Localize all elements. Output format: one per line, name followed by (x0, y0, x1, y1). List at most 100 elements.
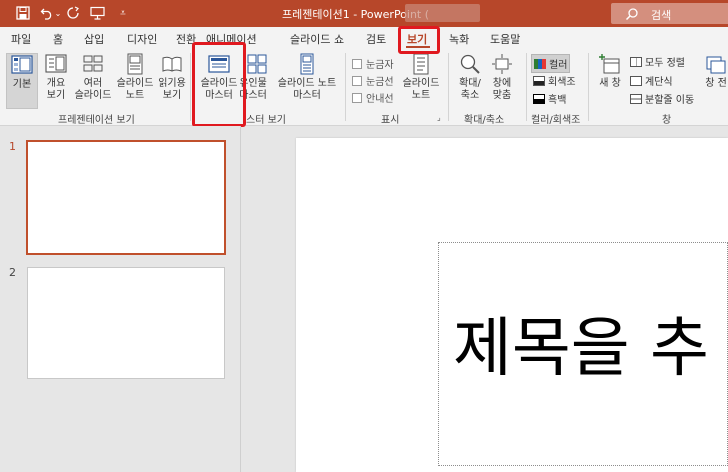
ribbon-separator (190, 53, 191, 121)
color-group-label: 컬러/회색조 (531, 115, 581, 126)
tab-review[interactable]: 검토 (366, 31, 386, 47)
grayscale-button[interactable]: 회색조 (533, 73, 576, 88)
ruler-checkbox[interactable]: 눈금자 (352, 56, 394, 71)
slide-thumbnail[interactable] (26, 140, 226, 255)
tab-view[interactable]: 보기 (407, 31, 427, 47)
guides-label: 안내선 (366, 94, 394, 105)
ribbon-view: 기본 개요 보기 여러 슬라이드 슬라이드 노트 읽기용 보기 프레젠테이션 보… (0, 49, 728, 126)
save-icon[interactable] (14, 4, 32, 22)
reading-view-icon (162, 56, 182, 72)
title-bar: ⌄ ⩡ 프레젠테이션1 - PowerPoint ( 검색 (0, 0, 728, 27)
tab-slide-show[interactable]: 슬라이드 쇼 (290, 31, 344, 47)
tab-insert[interactable]: 삽입 (84, 31, 104, 47)
master-views-group-label: 스터 보기 (246, 115, 286, 126)
cascade-icon (630, 75, 642, 86)
ribbon-separator (448, 53, 449, 121)
outline-view-button[interactable]: 개요 보기 (42, 53, 70, 102)
window-group-label: 창 (662, 115, 672, 126)
color-label: 컬러 (549, 60, 568, 71)
start-from-beginning-icon[interactable] (88, 4, 106, 22)
ruler-label: 눈금자 (366, 60, 394, 71)
zoom-button[interactable]: 확대/ 축소 (454, 53, 486, 102)
arrange-all-label: 모두 정렬 (645, 58, 685, 69)
notes-master-button[interactable]: 슬라이드 노트 마스터 (276, 53, 338, 102)
cascade-button[interactable]: 계단식 (630, 73, 673, 88)
handout-master-label: 유인물 마스터 (240, 78, 267, 101)
slide-master-label: 슬라이드 마스터 (200, 78, 238, 101)
zoom-label: 확대/ 축소 (459, 78, 481, 101)
ribbon-separator (526, 53, 527, 121)
slide-number: 1 (9, 140, 16, 153)
reading-view-label: 읽기용 보기 (158, 78, 186, 101)
checkbox-box (352, 75, 362, 86)
move-split-button[interactable]: 분할줄 이동 (630, 91, 694, 106)
slide-thumbnail[interactable] (27, 267, 225, 379)
blurred-account-name (405, 4, 480, 22)
search-box[interactable]: 검색 (611, 3, 728, 24)
ribbon-separator (345, 53, 346, 121)
notes-button[interactable]: 슬라이드 노트 (400, 53, 442, 102)
title-placeholder[interactable]: 제목을 추 (438, 242, 728, 466)
ribbon-separator (588, 53, 589, 121)
switch-windows-icon (706, 56, 726, 74)
outline-view-label: 개요 보기 (46, 78, 66, 101)
arrange-all-button[interactable]: 모두 정렬 (630, 54, 685, 69)
handout-master-button[interactable]: 유인물 마스터 (240, 53, 274, 102)
switch-windows-label: 창 전 (705, 78, 727, 89)
notes-label: 슬라이드 노트 (402, 78, 440, 101)
cascade-label: 계단식 (645, 77, 673, 88)
checkbox-box (352, 92, 362, 103)
show-dialog-launcher-icon[interactable]: ⌟ (437, 113, 441, 122)
tab-design[interactable]: 디자인 (127, 31, 157, 47)
grayscale-label: 회색조 (548, 77, 576, 88)
handout-master-icon (247, 54, 267, 74)
tab-help[interactable]: 도움말 (490, 31, 520, 47)
customize-toolbar-icon[interactable]: ⩡ (114, 4, 132, 22)
black-and-white-icon (533, 93, 545, 104)
zoom-icon (460, 54, 480, 74)
new-window-label: 새 창 (599, 78, 621, 89)
notes-page-label: 슬라이드 노트 (116, 78, 154, 101)
gridlines-checkbox[interactable]: 눈금선 (352, 73, 394, 88)
tab-home[interactable]: 홈 (53, 31, 63, 47)
notes-icon (413, 53, 429, 75)
tab-record[interactable]: 녹화 (449, 31, 469, 47)
slide-sorter-label: 여러 슬라이드 (74, 78, 112, 101)
move-split-label: 분할줄 이동 (645, 95, 695, 106)
normal-view-button[interactable]: 기본 (6, 53, 38, 109)
undo-dropdown-icon[interactable]: ⌄ (53, 4, 63, 22)
notes-page-button[interactable]: 슬라이드 노트 (114, 53, 156, 102)
fit-to-window-label: 창에 맞춤 (492, 78, 512, 101)
color-icon (534, 58, 546, 69)
redo-icon[interactable] (64, 4, 82, 22)
fit-to-window-icon (492, 54, 512, 74)
search-label: 검색 (651, 9, 672, 22)
slide-sorter-icon (83, 55, 103, 72)
color-button[interactable]: 컬러 (531, 54, 571, 73)
notes-master-label: 슬라이드 노트 마스터 (277, 78, 337, 101)
show-group-label: 표시 (381, 115, 400, 126)
black-and-white-button[interactable]: 흑백 (533, 91, 566, 106)
title-placeholder-text: 제목을 추 (453, 312, 709, 386)
normal-view-icon (11, 55, 33, 74)
black-and-white-label: 흑백 (548, 95, 567, 106)
new-window-button[interactable]: 새 창 (596, 53, 624, 90)
reading-view-button[interactable]: 읽기용 보기 (156, 53, 188, 102)
notes-page-icon (127, 53, 143, 75)
presentation-views-group-label: 프레젠테이션 보기 (58, 115, 135, 126)
switch-windows-button[interactable]: 창 전 (704, 53, 728, 90)
slide-sorter-button[interactable]: 여러 슬라이드 (74, 53, 112, 102)
outline-view-icon (45, 54, 67, 73)
fit-to-window-button[interactable]: 창에 맞춤 (488, 53, 516, 102)
tab-animations[interactable]: 애니메이션 (206, 31, 257, 47)
tab-file[interactable]: 파일 (11, 31, 31, 47)
guides-checkbox[interactable]: 안내선 (352, 90, 394, 105)
slide-master-button[interactable]: 슬라이드 마스터 (198, 53, 240, 102)
slide-master-icon (208, 55, 230, 73)
search-icon (625, 6, 639, 21)
gridlines-label: 눈금선 (366, 77, 394, 88)
move-split-icon (630, 93, 642, 104)
tab-transitions[interactable]: 전환 (176, 31, 196, 47)
arrange-all-icon (630, 56, 642, 67)
pane-divider[interactable] (240, 126, 241, 472)
